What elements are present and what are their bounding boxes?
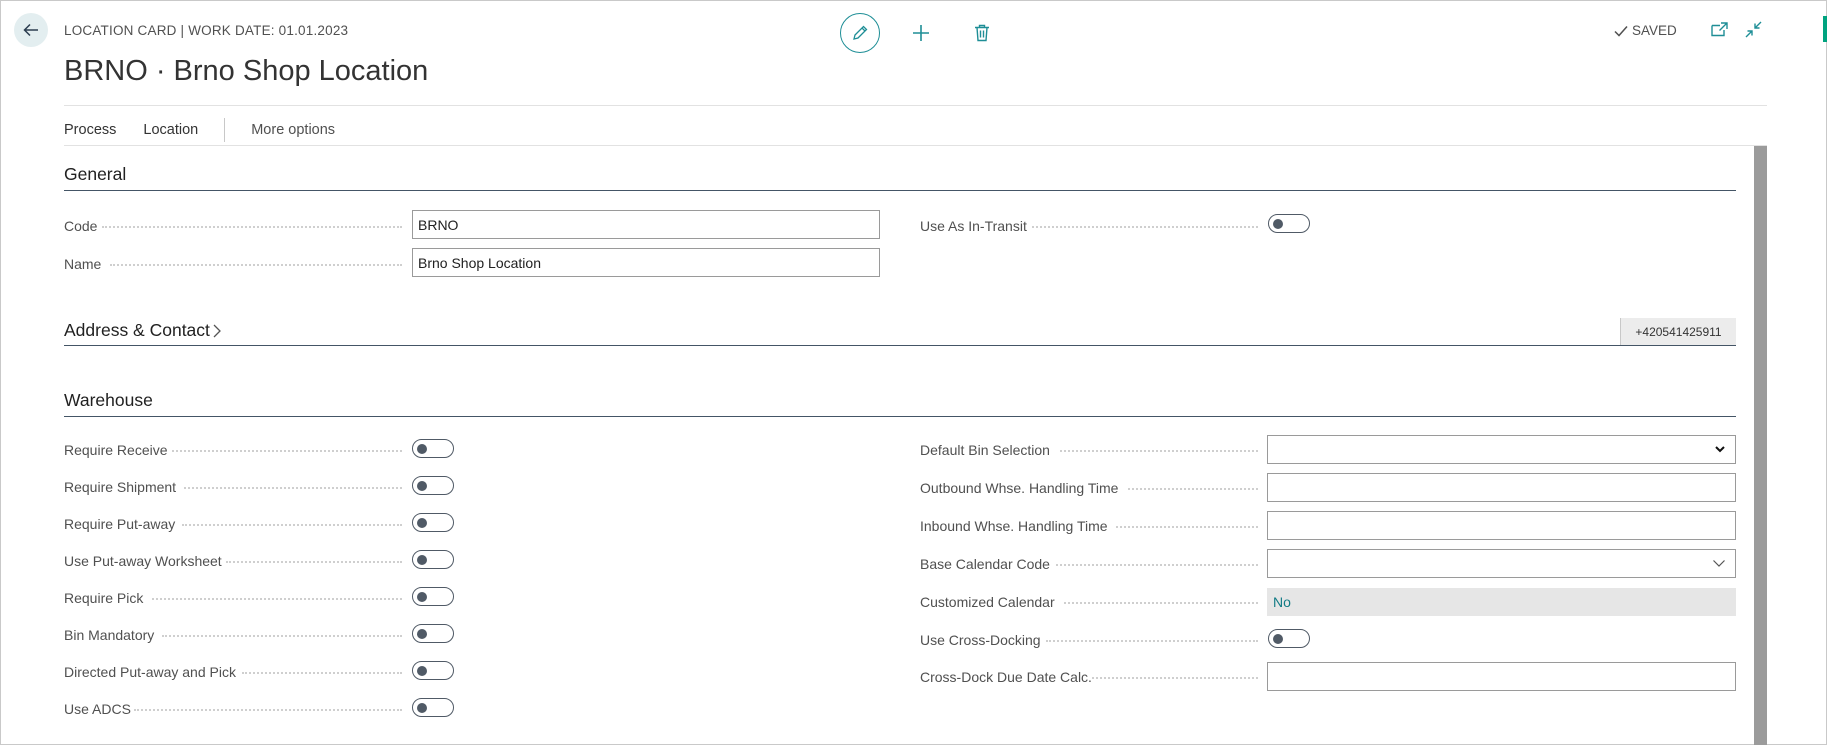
vertical-scrollbar[interactable] [1754, 146, 1767, 745]
directed-put-away-pick-leader-dots [242, 672, 402, 674]
pencil-icon [853, 25, 868, 40]
name-leader-dots [110, 264, 402, 266]
outbound-handling-field[interactable] [1267, 473, 1736, 502]
chevron-down-icon [1715, 446, 1725, 453]
require-put-away-label: Require Put-away [64, 516, 176, 532]
window-controls [1710, 20, 1762, 38]
in-transit-toggle[interactable] [1268, 214, 1310, 233]
use-cross-docking-toggle[interactable] [1268, 629, 1310, 648]
use-cross-docking-label: Use Cross-Docking [920, 632, 1041, 648]
use-put-away-worksheet-label: Use Put-away Worksheet [64, 553, 222, 569]
section-divider-general [64, 190, 1736, 191]
base-calendar-code-leader-dots [1056, 564, 1258, 566]
action-bar-divider [64, 145, 1767, 146]
chevron-right-icon [213, 324, 221, 337]
section-title-address: Address & Contact [64, 320, 210, 340]
arrow-left-icon [23, 23, 38, 37]
save-status: SAVED [1614, 23, 1677, 38]
status-accent-bar [1823, 16, 1827, 42]
default-bin-selection-leader-dots [1060, 450, 1258, 452]
require-pick-toggle[interactable] [412, 587, 454, 606]
code-field[interactable]: BRNO [412, 210, 880, 239]
checkmark-icon [1614, 25, 1628, 37]
page-title: BRNO · Brno Shop Location [64, 55, 429, 87]
require-pick-label: Require Pick [64, 590, 144, 606]
base-calendar-code-dropdown[interactable] [1267, 549, 1736, 578]
trash-icon [975, 24, 989, 42]
open-in-new-window-icon [1710, 21, 1728, 36]
action-location[interactable]: Location [143, 122, 198, 138]
require-pick-leader-dots [152, 598, 402, 600]
section-title-warehouse[interactable]: Warehouse [64, 390, 153, 411]
top-action-group [840, 13, 1002, 53]
collapse-icon [1745, 21, 1761, 37]
name-field[interactable]: Brno Shop Location [412, 248, 880, 277]
customized-calendar-value[interactable]: No [1267, 588, 1736, 616]
name-label: Name [64, 256, 102, 272]
require-put-away-toggle[interactable] [412, 513, 454, 532]
edit-button[interactable] [840, 13, 880, 53]
require-receive-toggle[interactable] [412, 439, 454, 458]
delete-button[interactable] [962, 13, 1002, 53]
page-caption: LOCATION CARD | WORK DATE: 01.01.2023 [64, 23, 349, 38]
bin-mandatory-leader-dots [162, 635, 402, 637]
section-divider-warehouse [64, 416, 1736, 417]
inbound-handling-field[interactable] [1267, 511, 1736, 540]
code-leader-dots [102, 226, 402, 228]
action-more-options[interactable]: More options [251, 122, 335, 138]
action-bar: Process Location More options [64, 118, 335, 142]
collapse-button[interactable] [1744, 20, 1762, 38]
use-adcs-toggle[interactable] [412, 698, 454, 717]
require-put-away-leader-dots [182, 524, 402, 526]
customized-calendar-label: Customized Calendar [920, 594, 1055, 610]
default-bin-selection-label: Default Bin Selection [920, 442, 1050, 458]
customized-calendar-leader-dots [1064, 602, 1258, 604]
require-shipment-label: Require Shipment [64, 479, 177, 495]
require-shipment-leader-dots [184, 487, 402, 489]
plus-icon [913, 25, 929, 41]
require-receive-label: Require Receive [64, 442, 168, 458]
cross-dock-due-label: Cross-Dock Due Date Calc. [920, 669, 1092, 685]
open-in-new-window-button[interactable] [1710, 20, 1728, 38]
new-button[interactable] [901, 13, 941, 53]
use-adcs-label: Use ADCS [64, 701, 131, 717]
require-shipment-toggle[interactable] [412, 476, 454, 495]
bin-mandatory-toggle[interactable] [412, 624, 454, 643]
section-title-general[interactable]: General [64, 164, 126, 185]
base-calendar-code-label: Base Calendar Code [920, 556, 1050, 572]
directed-put-away-pick-label: Directed Put-away and Pick [64, 664, 236, 680]
require-receive-leader-dots [172, 450, 402, 452]
section-header-address[interactable]: Address & Contact [64, 320, 222, 341]
code-label: Code [64, 218, 98, 234]
use-put-away-worksheet-leader-dots [226, 561, 402, 563]
in-transit-leader-dots [1032, 226, 1258, 228]
cross-dock-due-field[interactable] [1267, 662, 1736, 691]
use-put-away-worksheet-toggle[interactable] [412, 550, 454, 569]
header-divider [64, 105, 1767, 106]
outbound-handling-leader-dots [1128, 488, 1258, 490]
save-status-label: SAVED [1632, 23, 1677, 38]
cross-dock-due-leader-dots [1092, 677, 1258, 679]
window-frame [0, 0, 1827, 745]
use-cross-docking-leader-dots [1046, 640, 1258, 642]
directed-put-away-pick-toggle[interactable] [412, 661, 454, 680]
inbound-handling-label: Inbound Whse. Handling Time [920, 518, 1108, 534]
use-adcs-leader-dots [134, 709, 402, 711]
inbound-handling-leader-dots [1116, 526, 1258, 528]
default-bin-selection-dropdown[interactable] [1267, 435, 1736, 464]
back-button[interactable] [14, 13, 48, 47]
phone-number-badge[interactable]: +420541425911 [1620, 318, 1736, 345]
action-process[interactable]: Process [64, 122, 116, 138]
chevron-down-icon [1713, 560, 1725, 567]
action-separator [224, 118, 226, 142]
in-transit-label: Use As In-Transit [920, 218, 1027, 234]
section-divider-address [64, 345, 1736, 346]
bin-mandatory-label: Bin Mandatory [64, 627, 155, 643]
outbound-handling-label: Outbound Whse. Handling Time [920, 480, 1119, 496]
